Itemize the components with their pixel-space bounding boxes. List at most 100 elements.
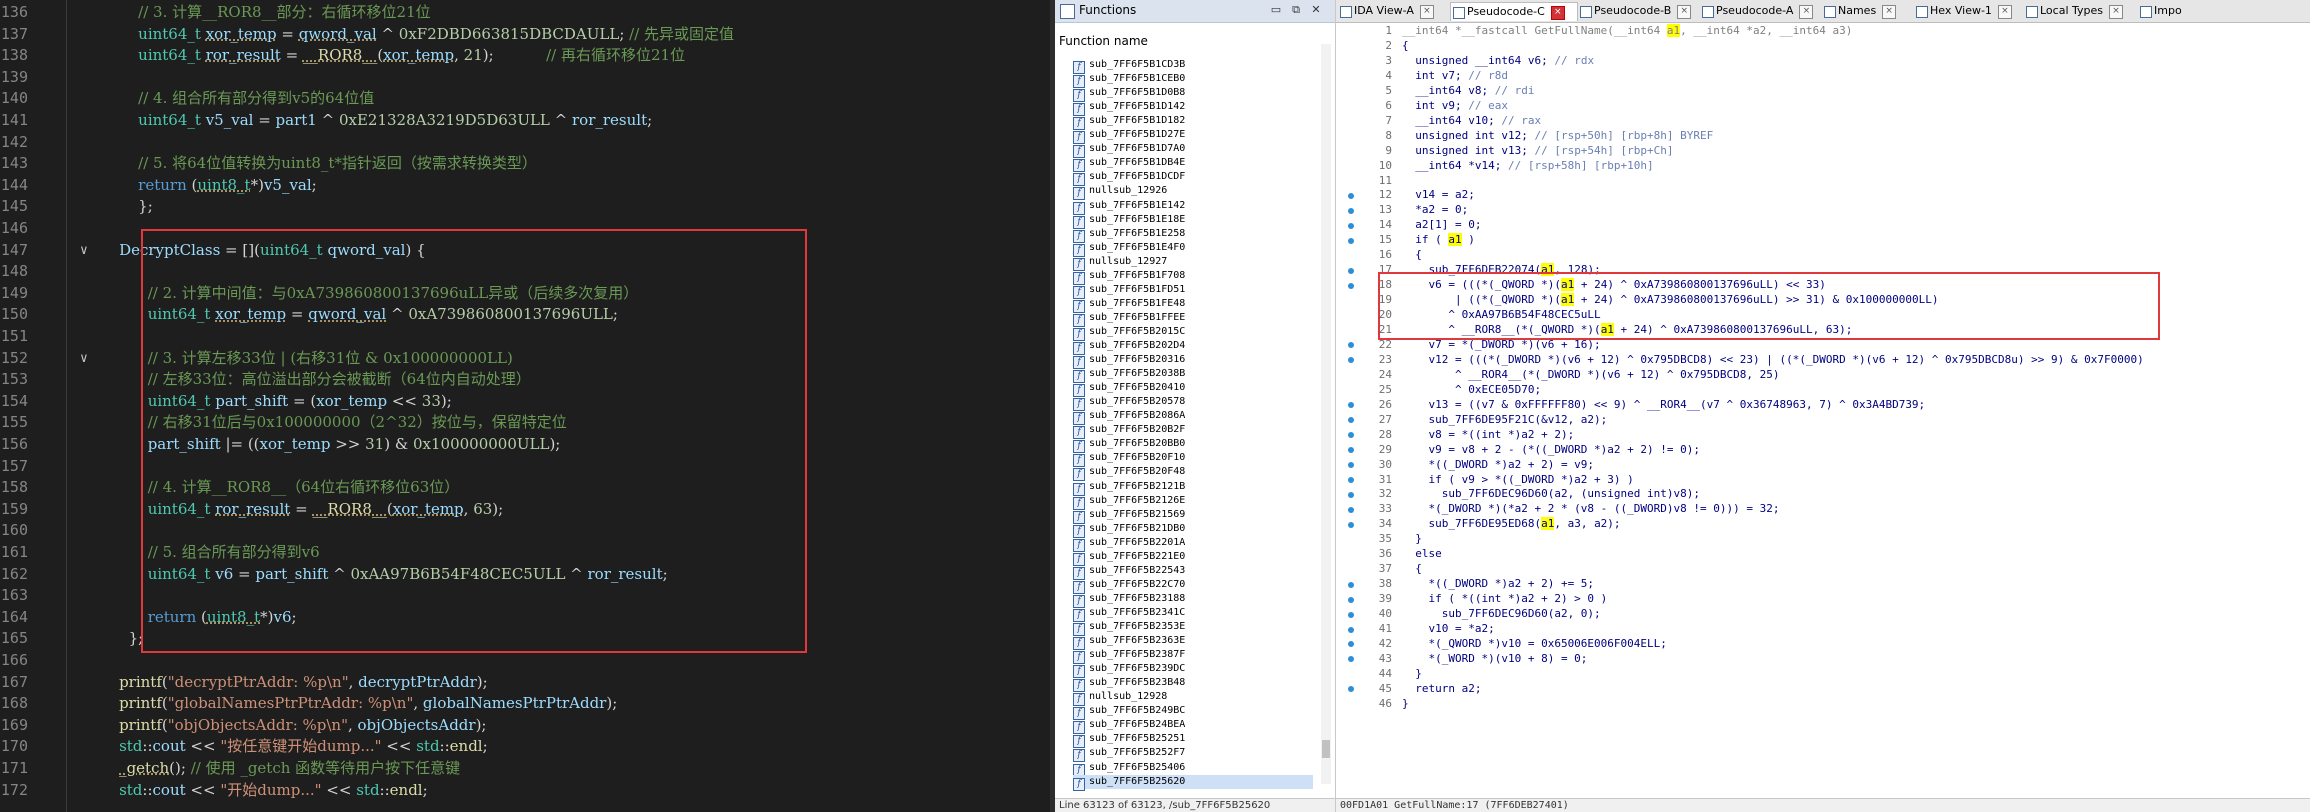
function-list-item[interactable]: f nullsub_12927 [1073, 255, 1167, 271]
function-list-item[interactable]: f sub_7FF6F5B1E18E [1073, 213, 1185, 229]
tab-impo[interactable]: Impo [2138, 2, 2196, 20]
code-line[interactable]: uint64_t v5_val = part1 ^ 0xE21328A3219D… [100, 110, 652, 131]
breakpoint-dot-icon[interactable] [1348, 477, 1354, 483]
close-icon[interactable]: ✕ [1309, 3, 1323, 17]
pseudocode-line[interactable]: *((_DWORD *)a2 + 2) += 5; [1402, 577, 1594, 592]
code-line[interactable]: return (uint8_t*)v5_val; [100, 175, 317, 196]
function-list-item[interactable]: f sub_7FF6F5B21DB0 [1073, 522, 1185, 538]
code-line[interactable]: printf("decryptPtrAddr: %p\n", decryptPt… [100, 672, 488, 693]
pseudocode-line[interactable]: sub_7FF6DEC96D60(a2, (unsigned int)v8); [1402, 487, 1700, 502]
function-list-item[interactable]: f sub_7FF6F5B239DC [1073, 662, 1185, 679]
pseudocode-line[interactable]: int v7; // r8d [1402, 69, 1508, 84]
tab-pseudocode-c[interactable]: Pseudocode-C × [1450, 2, 1578, 21]
breakpoint-dot-icon[interactable] [1348, 491, 1354, 498]
pseudocode-line[interactable]: v10 = *a2; [1402, 622, 1494, 637]
code-line[interactable]: _getch(); // 使用 _getch 函数等待用户按下任意键 [100, 758, 460, 779]
pseudocode-line[interactable]: *a2 = 0; [1402, 203, 1468, 218]
function-list-item[interactable]: f sub_7FF6F5B1E142 [1073, 199, 1185, 215]
function-list-scrollbar[interactable] [1321, 44, 1331, 784]
pseudocode-line[interactable]: if ( v9 > *((_DWORD *)a2 + 3) ) [1402, 473, 1633, 488]
breakpoint-dot-icon[interactable] [1348, 417, 1354, 424]
pseudocode-line[interactable]: else [1402, 547, 1442, 562]
breakpoint-dot-icon[interactable] [1348, 237, 1354, 244]
pseudocode-line[interactable]: ^ 0xECE05D70; [1402, 383, 1541, 398]
function-list-item[interactable]: f sub_7FF6F5B22C70 [1073, 578, 1185, 594]
pseudocode-line[interactable]: unsigned __int64 v6; // rdx [1402, 54, 1594, 69]
breakpoint-dot-icon[interactable] [1348, 357, 1354, 364]
pseudocode-line[interactable]: { [1402, 39, 1409, 54]
function-list-item[interactable]: f sub_7FF6F5B1D0B8 [1073, 86, 1185, 103]
function-list-item[interactable]: f sub_7FF6F5B1DCDF [1073, 170, 1185, 187]
breakpoint-dot-icon[interactable] [1348, 462, 1354, 469]
code-line[interactable]: std::cout << "开始dump..." << std::endl; [100, 780, 428, 801]
breakpoint-dot-icon[interactable] [1348, 521, 1354, 528]
code-line[interactable]: }; [100, 196, 153, 217]
pseudocode-line[interactable]: v7 = *(_DWORD *)(v6 + 16); [1402, 338, 1600, 353]
tab-close-icon[interactable]: × [1799, 5, 1814, 19]
function-list-item[interactable]: f sub_7FF6F5B2126E [1073, 494, 1185, 510]
code-line[interactable]: printf("globalNamesPtrPtrAddr: %p\n", gl… [100, 693, 617, 714]
tab-local-types[interactable]: Local Types × [2024, 2, 2136, 20]
pseudocode-line[interactable]: v14 = a2; [1402, 188, 1475, 203]
pseudocode-line[interactable]: { [1402, 248, 1422, 263]
function-list-item[interactable]: f sub_7FF6F5B1FFEE [1073, 311, 1185, 327]
code-editor[interactable]: 136 137 138 139 140 141 142 143 144 145 146 147 148 1… [0, 0, 1050, 812]
breakpoint-dot-icon[interactable] [1348, 207, 1354, 214]
breakpoint-dot-icon[interactable] [1348, 267, 1354, 274]
breakpoint-dot-icon[interactable] [1348, 342, 1354, 349]
function-list-item[interactable]: f sub_7FF6F5B1D27E [1073, 128, 1185, 145]
pseudocode-window[interactable]: IDA View-A × Pseudocode-C × Pseudocode-B × Pse… [1336, 0, 2310, 812]
function-list-item[interactable]: f sub_7FF6F5B2121B [1073, 480, 1185, 496]
tab-close-icon[interactable]: × [1882, 5, 1897, 19]
function-list-item[interactable]: f sub_7FF6F5B2353E [1073, 620, 1185, 636]
function-list-item[interactable]: f sub_7FF6F5B2038B [1073, 367, 1185, 384]
restore-icon[interactable]: ⧉ [1289, 3, 1303, 17]
code-line[interactable]: // 4. 组合所有部分得到v5的64位值 [100, 88, 374, 109]
breakpoint-dot-icon[interactable] [1348, 447, 1354, 454]
function-list-item[interactable]: f sub_7FF6F5B202D4 [1073, 339, 1185, 355]
function-list-item[interactable]: f sub_7FF6F5B23B48 [1073, 676, 1185, 693]
code-line[interactable]: printf("objObjectsAddr: %p\n", objObject… [100, 715, 486, 736]
breakpoint-dot-icon[interactable] [1348, 222, 1354, 229]
pseudocode-line[interactable]: v13 = ((v7 & 0xFFFFFF80) << 9) ^ __ROR4_… [1402, 398, 1925, 413]
code-line[interactable]: // 3. 计算__ROR8__部分：右循环移位21位 [100, 2, 430, 23]
function-name-column-header[interactable]: Function name [1059, 34, 1148, 48]
breakpoint-dot-icon[interactable] [1348, 641, 1354, 648]
breakpoint-dot-icon[interactable] [1348, 402, 1354, 409]
pseudocode-line[interactable]: __int64 *__fastcall GetFullName(__int64 … [1402, 24, 1852, 39]
breakpoint-dot-icon[interactable] [1348, 192, 1354, 199]
function-list-item[interactable]: f sub_7FF6F5B21569 [1073, 508, 1185, 524]
tab-pseudocode-b[interactable]: Pseudocode-B × [1578, 2, 1698, 20]
function-list-item[interactable]: f sub_7FF6F5B20F48 [1073, 465, 1185, 482]
tab-ida-view-a[interactable]: IDA View-A × [1338, 2, 1448, 20]
pseudocode-line[interactable]: *(_WORD *)(v10 + 8) = 0; [1402, 652, 1587, 667]
tab-close-icon[interactable]: × [1550, 6, 1565, 20]
function-list-item[interactable]: f sub_7FF6F5B1DB4E [1073, 156, 1185, 173]
function-list-item[interactable]: f sub_7FF6F5B2015C [1073, 325, 1185, 341]
function-list-item[interactable]: f sub_7FF6F5B2363E [1073, 634, 1185, 651]
pseudocode-line[interactable]: v9 = v8 + 2 - (*((_DWORD *)a2 + 2) != 0)… [1402, 443, 1700, 458]
pseudocode-line[interactable]: __int64 *v14; // [rsp+58h] [rbp+10h] [1402, 159, 1653, 174]
function-list-item[interactable]: f sub_7FF6F5B1E4F0 [1073, 241, 1185, 257]
tab-names[interactable]: Names × [1822, 2, 1912, 20]
pseudocode-line[interactable]: unsigned int v13; // [rsp+54h] [rbp+Ch] [1402, 144, 1673, 159]
function-list-item[interactable]: f sub_7FF6F5B24BEA [1073, 718, 1185, 735]
pseudocode-line[interactable]: v12 = (((*(_DWORD *)(v6 + 12) ^ 0x795DBC… [1402, 353, 2143, 368]
fold-chevron-icon[interactable]: ∨ [80, 240, 94, 261]
function-list-item[interactable]: f sub_7FF6F5B25251 [1073, 732, 1185, 749]
pseudocode-line[interactable]: *(_QWORD *)v10 = 0x65006E006F004ELL; [1402, 637, 1666, 652]
pseudocode-line[interactable]: __int64 v10; // rax [1402, 114, 1541, 129]
function-list-item[interactable]: f sub_7FF6F5B1E258 [1073, 227, 1185, 243]
pseudocode-line[interactable]: v8 = *((int *)a2 + 2); [1402, 428, 1574, 443]
pseudocode-line[interactable]: } [1402, 697, 1409, 712]
function-list-item[interactable]: f sub_7FF6F5B2341C [1073, 606, 1185, 622]
tab-close-icon[interactable]: × [1677, 5, 1692, 19]
scrollbar-thumb[interactable] [1322, 740, 1330, 758]
pseudocode-line[interactable]: if ( a1 ) [1402, 233, 1475, 248]
code-line[interactable]: }; [100, 628, 144, 649]
function-list-item[interactable]: f sub_7FF6F5B1D182 [1073, 114, 1185, 131]
pseudocode-line[interactable]: ^ __ROR4__(*(_DWORD *)(v6 + 12) ^ 0x795D… [1402, 368, 1780, 383]
function-list-item[interactable]: f sub_7FF6F5B1F708 [1073, 269, 1185, 285]
code-line[interactable]: // 5. 将64位值转换为uint8_t*指针返回（按需求转换类型） [100, 153, 537, 174]
pseudocode-line[interactable]: int v9; // eax [1402, 99, 1508, 114]
